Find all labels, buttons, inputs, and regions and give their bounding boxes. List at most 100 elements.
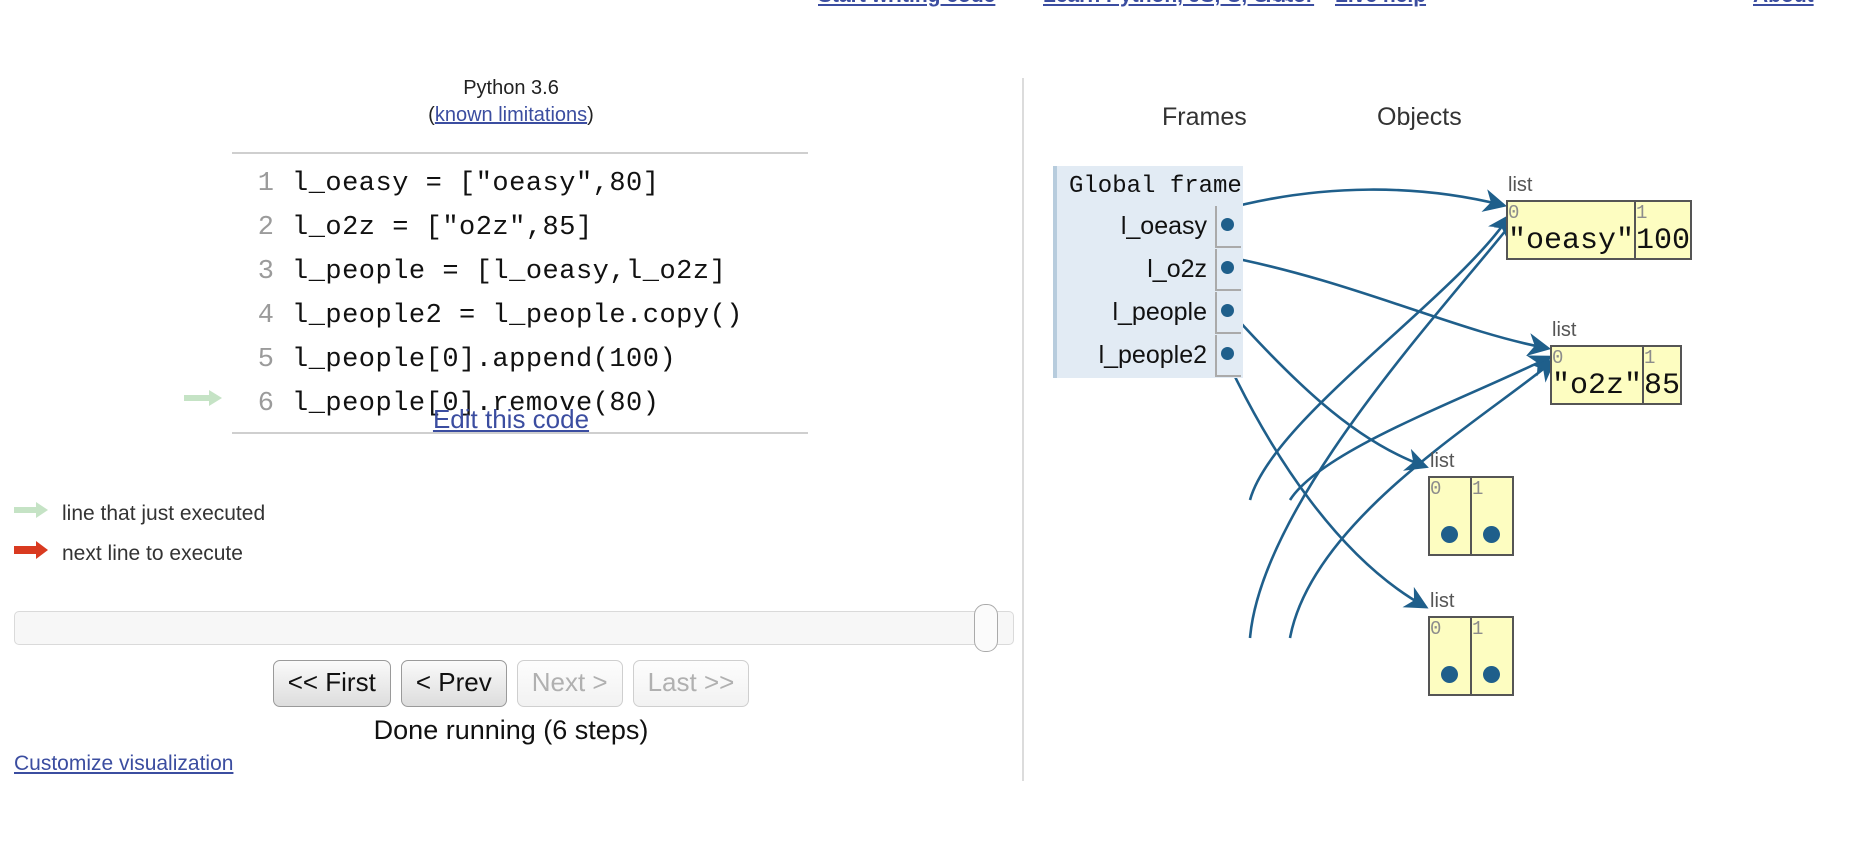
button-last: Last >> bbox=[632, 660, 750, 707]
object-value-row: "oeasy" 100 bbox=[1507, 224, 1692, 259]
legend-executed-label: line that just executed bbox=[62, 502, 266, 526]
code-line-5: 5 l_people[0].append(100) bbox=[232, 338, 808, 382]
code-line-text: l_people = [l_oeasy,l_o2z] bbox=[292, 257, 727, 287]
object-cell-index: 1 bbox=[1470, 477, 1513, 500]
code-display: 1 l_oeasy = ["oeasy",80] 2 l_o2z = ["o2z",8… bbox=[184, 152, 808, 434]
object-value-row: "o2z" 85 bbox=[1551, 369, 1682, 404]
button-first[interactable]: << First bbox=[272, 660, 391, 707]
line-arrow-slot-empty bbox=[184, 162, 228, 206]
frame-variable-l_oeasy: l_oeasy bbox=[1057, 206, 1243, 250]
variable-value-slot bbox=[1215, 206, 1241, 248]
code-line-1: 1 l_oeasy = ["oeasy",80] bbox=[232, 162, 808, 206]
paren-open: ( bbox=[428, 104, 435, 126]
green-arrow-icon bbox=[14, 500, 54, 528]
code-line-number: 4 bbox=[257, 301, 274, 331]
variable-value-slot bbox=[1215, 249, 1241, 291]
objects-header: Objects bbox=[1377, 103, 1462, 131]
object-cell-value: 100 bbox=[1634, 224, 1692, 259]
left-pane: Python 3.6 (known limitations) 1 l_oeasy … bbox=[0, 0, 1022, 842]
code-line-text: l_people2 = l_people.copy() bbox=[292, 301, 743, 331]
object-cell-value bbox=[1470, 500, 1513, 555]
object-type-label: list bbox=[1552, 319, 1577, 341]
object-cell-index: 0 bbox=[1507, 201, 1636, 224]
legend-line-just-executed: line that just executed bbox=[14, 500, 265, 528]
object-value-row bbox=[1429, 500, 1513, 555]
code-line-text: l_oeasy = ["oeasy",80] bbox=[292, 169, 660, 199]
line-arrow-slot-empty bbox=[184, 206, 228, 250]
object-type-label: list bbox=[1508, 174, 1533, 196]
code-line-number: 3 bbox=[257, 257, 274, 287]
object-cell-value bbox=[1429, 640, 1471, 695]
code-line-text: l_people[0].append(100) bbox=[292, 345, 677, 375]
frame-variable-l_o2z: l_o2z bbox=[1057, 249, 1243, 293]
pointer-dot-icon bbox=[1221, 261, 1234, 274]
execution-slider-handle[interactable] bbox=[974, 604, 998, 652]
red-arrow-icon bbox=[14, 540, 54, 568]
object-cell-index: 0 bbox=[1429, 477, 1471, 500]
object-cells-table: 01 bbox=[1428, 476, 1514, 556]
variable-name: l_o2z bbox=[1147, 255, 1207, 283]
variable-value-slot bbox=[1215, 292, 1241, 334]
button-next: Next > bbox=[516, 660, 623, 707]
object-cell-value: "o2z" bbox=[1551, 369, 1644, 404]
pointer-dot-icon bbox=[1483, 666, 1500, 683]
page-root: Start writing codeLearn Python, JS, C, C… bbox=[0, 0, 1860, 842]
variable-name: l_people2 bbox=[1098, 341, 1207, 369]
object-cell-value: 85 bbox=[1642, 369, 1682, 404]
object-type-label: list bbox=[1430, 590, 1455, 612]
variable-value-slot bbox=[1215, 335, 1241, 377]
variable-name: l_oeasy bbox=[1120, 212, 1207, 240]
object-cell-index: 0 bbox=[1429, 617, 1471, 640]
navigation-button-row: << First < Prev Next > Last >> bbox=[0, 660, 1022, 707]
obj-list-oeasy: list 0 1 "oeasy" 100 bbox=[1506, 174, 1693, 260]
line-arrow-slot-empty bbox=[184, 338, 228, 382]
object-cell-value bbox=[1470, 640, 1513, 695]
code-line-number: 1 bbox=[257, 169, 274, 199]
obj-list-people2: list 0 1 bbox=[1428, 590, 1514, 696]
object-cells-table: 0 1 "o2z" 85 bbox=[1550, 345, 1683, 405]
pointer-dot-icon bbox=[1221, 347, 1234, 360]
object-index-row: 01 bbox=[1429, 477, 1513, 500]
frame-variable-l_people: l_people bbox=[1057, 292, 1243, 336]
object-cell-index: 1 bbox=[1634, 201, 1692, 224]
code-line-number: 5 bbox=[257, 345, 274, 375]
edit-this-code-link[interactable]: Edit this code bbox=[0, 404, 1022, 435]
line-arrow-slot-empty bbox=[184, 250, 228, 294]
pointer-dot-icon bbox=[1221, 304, 1234, 317]
code-line-2: 2 l_o2z = ["o2z",85] bbox=[232, 206, 808, 250]
customize-visualization-link[interactable]: Customize visualization bbox=[14, 752, 233, 776]
execution-slider-track[interactable] bbox=[14, 611, 1014, 645]
code-line-text: l_o2z = ["o2z",85] bbox=[292, 213, 593, 243]
pointer-dot-icon bbox=[1483, 526, 1500, 543]
object-cell-value: "oeasy" bbox=[1507, 224, 1636, 259]
pointer-dot-icon bbox=[1441, 526, 1458, 543]
object-cell-value bbox=[1429, 500, 1471, 555]
pointer-dot-icon bbox=[1221, 218, 1234, 231]
object-index-row: 01 bbox=[1429, 617, 1513, 640]
known-limitations-link[interactable]: known limitations bbox=[435, 104, 587, 126]
global-frame-box: Global frame l_oeasy l_o2z l_people l_peopl… bbox=[1053, 166, 1243, 378]
global-frame-label: Global frame bbox=[1069, 173, 1242, 200]
python-version-label: Python 3.6 bbox=[463, 77, 559, 99]
line-arrow-slot-empty bbox=[184, 294, 228, 338]
frames-header: Frames bbox=[1162, 103, 1247, 131]
object-value-row bbox=[1429, 640, 1513, 695]
frame-variable-l_people2: l_people2 bbox=[1057, 335, 1243, 379]
object-cells-table: 01 bbox=[1428, 616, 1514, 696]
legend-next-label: next line to execute bbox=[62, 542, 243, 566]
code-line-3: 3 l_people = [l_oeasy,l_o2z] bbox=[232, 250, 808, 294]
obj-list-people: list 0 1 bbox=[1428, 450, 1514, 556]
right-pane: Frames Objects Global frame l_oeasy l_o2… bbox=[1022, 0, 1860, 842]
python-version-header: Python 3.6 (known limitations) bbox=[0, 75, 1022, 129]
object-index-row: 01 bbox=[1551, 346, 1682, 369]
code-line-number: 2 bbox=[257, 213, 274, 243]
paren-close: ) bbox=[587, 104, 594, 126]
object-cell-index: 1 bbox=[1642, 346, 1682, 369]
known-limitations-line: (known limitations) bbox=[0, 102, 1022, 129]
object-type-label: list bbox=[1430, 450, 1455, 472]
object-cell-index: 0 bbox=[1551, 346, 1644, 369]
button-prev[interactable]: < Prev bbox=[400, 660, 507, 707]
pointer-dot-icon bbox=[1441, 666, 1458, 683]
object-cell-index: 1 bbox=[1470, 617, 1513, 640]
legend-next-line: next line to execute bbox=[14, 540, 243, 568]
